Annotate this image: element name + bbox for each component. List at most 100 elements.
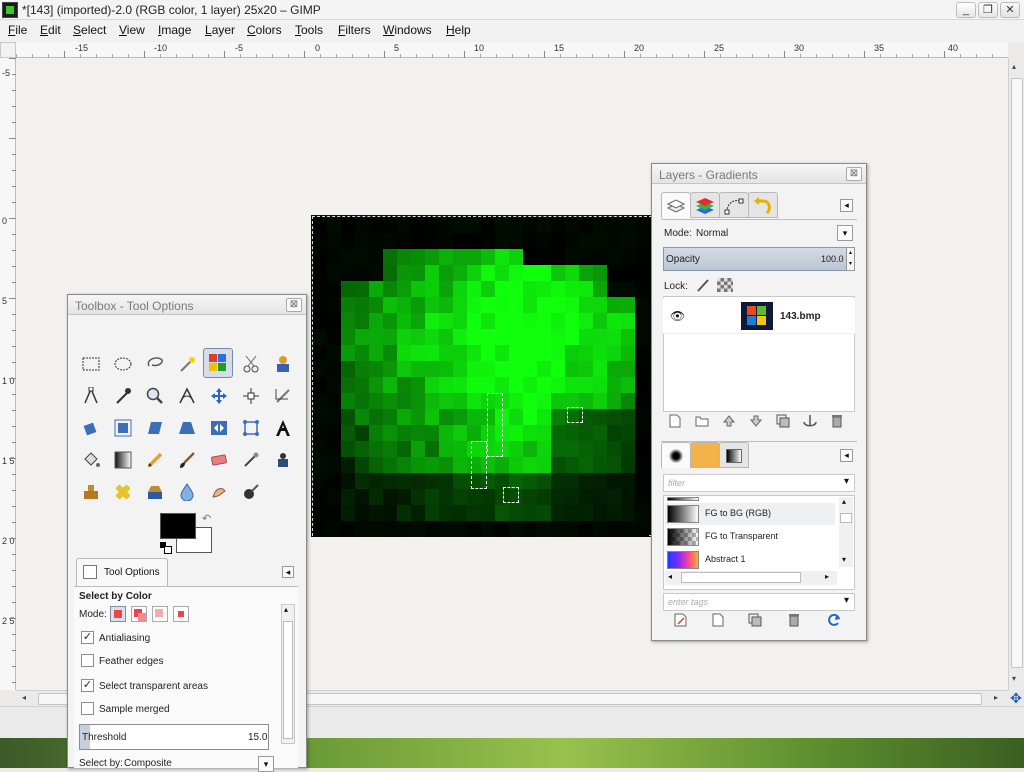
heal-icon[interactable] bbox=[108, 477, 138, 507]
navigate-icon[interactable]: ✥ bbox=[1008, 690, 1024, 706]
vertical-ruler[interactable]: -5 0 5 1 0 1 5 2 0 2 5 bbox=[0, 58, 16, 690]
layers-panel-menu[interactable]: ◂ bbox=[840, 199, 853, 212]
minimize-button[interactable]: _ bbox=[956, 2, 976, 18]
gradients-panel-menu[interactable]: ◂ bbox=[840, 449, 853, 462]
tool-options-scroll-thumb[interactable] bbox=[283, 621, 293, 739]
new-layer-icon[interactable] bbox=[666, 414, 684, 432]
delete-gradient-icon[interactable] bbox=[785, 613, 803, 631]
gradient-tags-dropdown[interactable]: ▾ bbox=[844, 595, 849, 606]
maximize-button[interactable]: ❐ bbox=[978, 2, 998, 18]
raise-layer-icon[interactable] bbox=[720, 414, 738, 432]
gradients-hscrollbar[interactable]: ◂ ▸ bbox=[665, 571, 837, 585]
paintbrush-icon[interactable] bbox=[172, 445, 202, 475]
mode-add-button[interactable] bbox=[131, 606, 147, 622]
blur-icon[interactable] bbox=[172, 477, 202, 507]
gradients-scroll-right[interactable]: ▸ bbox=[825, 572, 829, 581]
new-gradient-icon[interactable] bbox=[709, 613, 727, 631]
swap-colors-icon[interactable]: ↶ bbox=[202, 512, 211, 525]
menu-file[interactable]: File bbox=[8, 23, 27, 37]
antialiasing-checkbox[interactable]: ✓ bbox=[81, 631, 94, 644]
anchor-layer-icon[interactable] bbox=[801, 414, 819, 432]
mode-subtract-button[interactable] bbox=[152, 606, 168, 622]
lock-pixels-icon[interactable] bbox=[695, 277, 711, 293]
move-icon[interactable] bbox=[204, 381, 234, 411]
vertical-scrollbar[interactable]: ▴ ▾ bbox=[1008, 58, 1024, 690]
menu-image[interactable]: Image bbox=[158, 23, 191, 37]
close-button[interactable]: ✕ bbox=[1000, 2, 1020, 18]
gradient-filter-input[interactable]: filter ▾ bbox=[663, 474, 855, 492]
horizontal-ruler[interactable]: -15 -10 -5 0 5 10 15 20 25 30 35 40 bbox=[16, 42, 1008, 58]
gradient-tags-input[interactable]: enter tags ▾ bbox=[663, 593, 855, 611]
cage-icon[interactable] bbox=[236, 413, 266, 443]
feather-edges-checkbox[interactable] bbox=[81, 654, 94, 667]
gradients-scroll-up[interactable]: ▴ bbox=[842, 497, 846, 506]
zoom-icon[interactable] bbox=[140, 381, 170, 411]
foreground-select-icon[interactable] bbox=[268, 349, 298, 379]
menu-select[interactable]: Select bbox=[73, 23, 106, 37]
tool-options-panel-menu[interactable]: ◂ bbox=[282, 566, 294, 578]
perspective-clone-icon[interactable] bbox=[140, 477, 170, 507]
select-by-color-icon[interactable] bbox=[203, 348, 233, 378]
gradient-row[interactable]: Abstract 1 bbox=[665, 549, 835, 571]
fuzzy-select-icon[interactable] bbox=[172, 349, 202, 379]
opacity-up-arrow[interactable]: ▴ bbox=[849, 250, 852, 256]
scroll-down-arrow[interactable]: ▾ bbox=[1012, 674, 1016, 683]
blend-icon[interactable] bbox=[108, 445, 138, 475]
tab-channels[interactable] bbox=[690, 192, 720, 218]
menu-windows[interactable]: Windows bbox=[383, 23, 432, 37]
foreground-color-swatch[interactable] bbox=[160, 513, 196, 539]
menu-tools[interactable]: Tools bbox=[295, 23, 323, 37]
select-by-value[interactable]: Composite bbox=[124, 758, 172, 769]
tab-brushes[interactable] bbox=[661, 442, 691, 468]
scroll-right-arrow[interactable]: ▸ bbox=[994, 693, 998, 702]
rect-select-icon[interactable] bbox=[76, 349, 106, 379]
toolbox-close-button[interactable]: ⊠ bbox=[286, 298, 302, 312]
select-by-dropdown[interactable]: ▾ bbox=[258, 756, 274, 772]
tool-options-scrollbar[interactable]: ▴ bbox=[281, 604, 295, 744]
clone-icon[interactable] bbox=[76, 477, 106, 507]
layer-mode-value[interactable]: Normal bbox=[696, 228, 728, 239]
scale-icon[interactable] bbox=[108, 413, 138, 443]
shear-icon[interactable] bbox=[140, 413, 170, 443]
tab-tool-options[interactable]: Tool Options bbox=[76, 558, 168, 586]
crop-icon[interactable] bbox=[268, 381, 298, 411]
color-picker-icon[interactable] bbox=[108, 381, 138, 411]
lasso-icon[interactable] bbox=[140, 349, 170, 379]
vertical-scroll-thumb[interactable] bbox=[1011, 78, 1023, 668]
layers-title-bar[interactable]: Layers - Gradients ⊠ bbox=[652, 164, 866, 184]
dodge-burn-icon[interactable] bbox=[236, 477, 266, 507]
lower-layer-icon[interactable] bbox=[747, 414, 765, 432]
tab-paths[interactable] bbox=[719, 192, 749, 218]
ellipse-select-icon[interactable] bbox=[108, 349, 138, 379]
scroll-left-arrow[interactable]: ◂ bbox=[22, 693, 26, 702]
gradient-filter-dropdown[interactable]: ▾ bbox=[844, 476, 849, 487]
sample-merged-checkbox[interactable] bbox=[81, 702, 94, 715]
pencil-icon[interactable] bbox=[140, 445, 170, 475]
eraser-icon[interactable] bbox=[204, 445, 234, 475]
text-icon[interactable] bbox=[268, 413, 298, 443]
menu-help[interactable]: Help bbox=[446, 23, 471, 37]
duplicate-layer-icon[interactable] bbox=[774, 414, 792, 432]
scroll-up-arrow[interactable]: ▴ bbox=[1012, 62, 1016, 71]
gradients-hscroll-thumb[interactable] bbox=[681, 572, 801, 583]
new-layer-group-icon[interactable] bbox=[693, 414, 711, 432]
tab-undo-history[interactable] bbox=[748, 192, 778, 218]
delete-layer-icon[interactable] bbox=[828, 414, 846, 432]
select-transparent-checkbox[interactable]: ✓ bbox=[81, 679, 94, 692]
airbrush-icon[interactable] bbox=[236, 445, 266, 475]
menu-filters[interactable]: Filters bbox=[338, 23, 371, 37]
menu-colors[interactable]: Colors bbox=[247, 23, 282, 37]
tool-options-scroll-up[interactable]: ▴ bbox=[284, 605, 288, 614]
default-colors-icon[interactable] bbox=[160, 542, 172, 554]
mode-replace-button[interactable] bbox=[110, 606, 126, 622]
gradients-vscrollbar[interactable]: ▴ ▾ bbox=[839, 497, 853, 567]
tab-layers[interactable] bbox=[661, 192, 691, 218]
ruler-corner[interactable] bbox=[0, 42, 16, 58]
bucket-fill-icon[interactable] bbox=[76, 445, 106, 475]
ink-icon[interactable] bbox=[268, 445, 298, 475]
gradient-row[interactable]: FG to BG (RGB) bbox=[665, 503, 835, 525]
mode-intersect-button[interactable] bbox=[173, 606, 189, 622]
toolbox-title-bar[interactable]: Toolbox - Tool Options ⊠ bbox=[68, 295, 306, 315]
paths-icon[interactable] bbox=[76, 381, 106, 411]
refresh-gradients-icon[interactable] bbox=[825, 613, 843, 631]
